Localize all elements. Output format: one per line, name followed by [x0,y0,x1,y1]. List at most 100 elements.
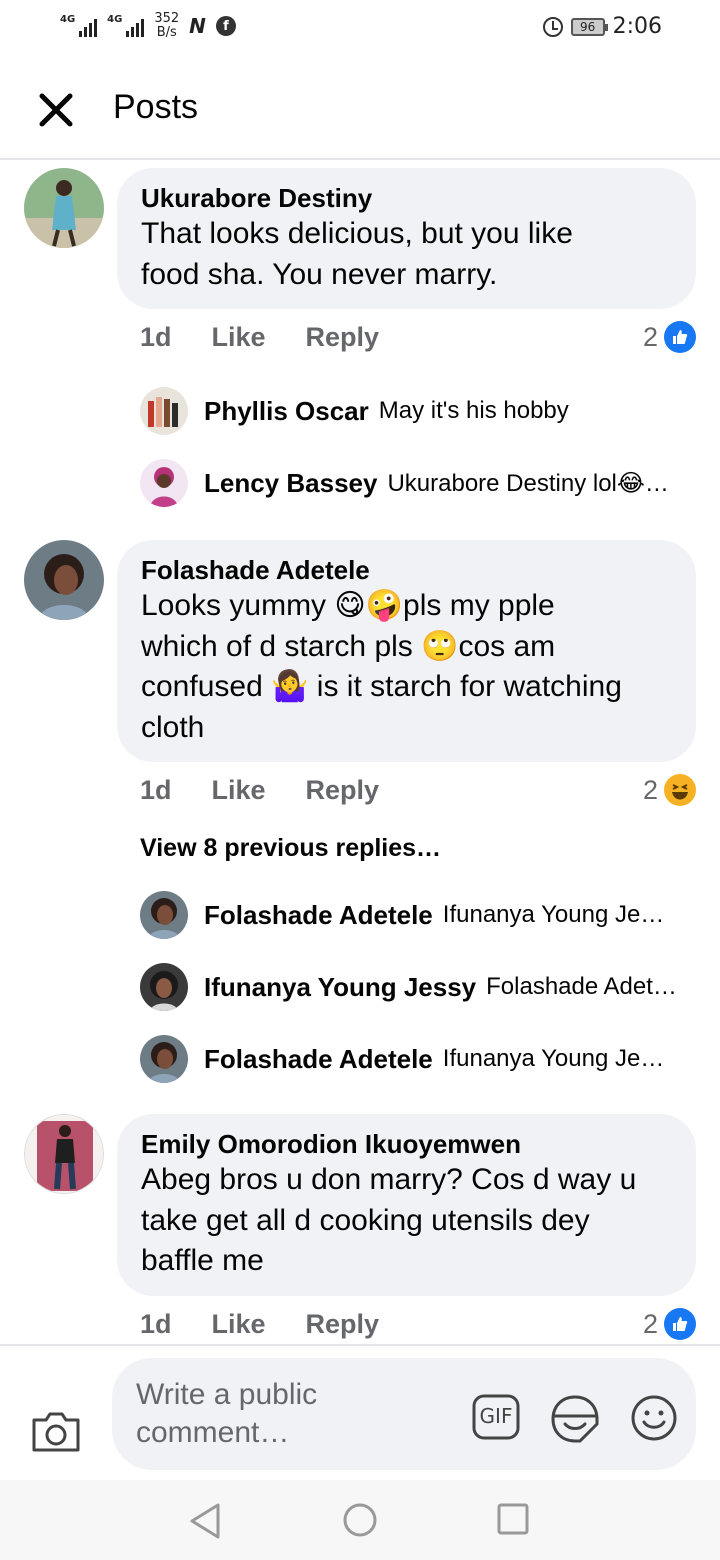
signal-icon: 4G [107,14,145,37]
avatar[interactable] [140,891,188,939]
like-button[interactable]: Like [212,775,266,806]
comment-line: baffle me [141,1244,264,1277]
speed-value: 352 [154,11,180,26]
reply-button[interactable]: Reply [306,322,380,353]
haha-icon [664,774,696,806]
comment-bubble[interactable]: Emily Omorodion Ikuoyemwen Abeg bros u d… [117,1114,696,1296]
comment-actions: 1d Like Reply [140,322,379,353]
reply-item[interactable]: Phyllis Oscar May it's his hobby [140,386,685,436]
avatar[interactable] [140,963,188,1011]
reply-text: Ifunanya Young Je… [442,1045,665,1072]
reaction-summary[interactable]: 2 [643,774,696,806]
network-speed: 352 B/s [154,12,179,40]
comment-actions: 1d Like Reply [140,775,379,806]
avatar[interactable] [24,168,104,248]
avatar[interactable] [24,1114,104,1194]
reply-text: May it's his hobby [378,397,569,424]
clock: 2:06 [612,14,662,39]
back-button[interactable] [188,1502,224,1540]
comment-line: cloth [141,710,205,744]
comment-bubble[interactable]: Ukurabore Destiny That looks delicious, … [117,168,696,309]
comment-text: Abeg bros u don marry? Cos d way u take … [141,1160,672,1282]
view-previous-replies-link[interactable]: View 8 previous replies… [140,834,441,863]
reply-button[interactable]: Reply [306,775,380,806]
comment-line: take get all d cooking utensils dey [141,1203,590,1237]
page-title: Posts [113,88,199,126]
status-bar: 4G 4G 352 B/s N f 96 2:06 [0,0,720,60]
comment-line: Abeg bros u don marry? Cos d way u [141,1163,637,1196]
sticker-icon [551,1395,599,1443]
comment-author[interactable]: Ukurabore Destiny [141,182,672,214]
comment-input[interactable]: Write a public comment… GIF [112,1358,696,1470]
comment-bubble[interactable]: Folashade Adetele Looks yummy 😋🤪pls my p… [117,540,696,762]
comment-author[interactable]: Folashade Adetele [141,554,672,586]
comment-line: That looks delicious, but you like [141,217,573,250]
comment-placeholder: Write a public comment… [136,1378,318,1449]
reply-author[interactable]: Ifunanya Young Jessy [204,972,476,1003]
battery-icon: 96 [570,17,608,36]
reply-item[interactable]: Folashade Adetele Ifunanya Young Je… [140,890,685,940]
comment-time[interactable]: 1d [140,322,172,353]
reply-button[interactable]: Reply [306,1309,380,1340]
like-icon [664,321,696,353]
comment-actions: 1d Like Reply [140,1309,379,1340]
reply-text: Ifunanya Young Je… [442,901,665,928]
recent-apps-button[interactable] [496,1502,530,1536]
reply-author[interactable]: Folashade Adetele [204,900,433,931]
like-icon [664,1308,696,1340]
emoji-icon [631,1395,677,1441]
avatar[interactable] [24,540,104,620]
gif-button[interactable]: GIF [472,1394,520,1440]
comment-time[interactable]: 1d [140,775,172,806]
status-right: 96 2:06 [542,14,662,39]
system-navigation-bar [0,1480,720,1560]
header: Posts [0,60,720,160]
reaction-summary[interactable]: 2 [643,1308,696,1340]
reply-item[interactable]: Folashade Adetele Ifunanya Young Je… [140,1034,685,1084]
facebook-notification-icon: f [215,16,236,36]
reply-author[interactable]: Folashade Adetele [204,1044,433,1075]
comment-line: confused 🤷‍♀️ is it starch for watching [141,670,622,703]
comment-line: Looks yummy 😋🤪pls my pple [141,589,555,622]
network-type: 4G [60,14,76,25]
reply-item[interactable]: Lency Bassey Ukurabore Destiny lol😂… [140,458,685,508]
reply-text: Folashade Adet… [486,973,677,1000]
battery-level: 96 [579,19,596,34]
avatar[interactable] [140,387,188,435]
like-button[interactable]: Like [212,322,266,353]
reply-item[interactable]: Ifunanya Young Jessy Folashade Adet… [140,962,685,1012]
network-type: 4G [107,14,123,25]
status-left: 4G 4G 352 B/s N f [60,12,236,40]
close-button[interactable] [34,88,78,132]
reaction-summary[interactable]: 2 [643,321,696,353]
comment-line: which of d starch pls 🙄cos am [141,629,556,663]
camera-icon [32,1412,80,1452]
home-icon [343,1503,377,1537]
recent-apps-icon [497,1503,529,1535]
reaction-count: 2 [642,321,658,352]
signal-icon: 4G [60,14,98,37]
camera-button[interactable] [30,1410,82,1454]
reaction-count: 2 [642,1308,658,1339]
nfc-icon: N [189,14,206,38]
close-icon [39,93,73,127]
reply-author[interactable]: Lency Bassey [204,468,377,499]
sticker-button[interactable] [550,1394,600,1444]
comment-composer: Write a public comment… GIF [0,1344,720,1480]
home-button[interactable] [342,1502,378,1538]
avatar[interactable] [140,1035,188,1083]
comment-time[interactable]: 1d [140,1309,172,1340]
comment-text: Looks yummy 😋🤪pls my pple which of d sta… [141,586,672,748]
reply-text: Ukurabore Destiny lol😂… [387,469,669,497]
back-icon [190,1503,220,1539]
comment-author[interactable]: Emily Omorodion Ikuoyemwen [141,1128,672,1160]
like-button[interactable]: Like [212,1309,266,1340]
alarm-icon [542,16,563,37]
comment-line: food sha. You never marry. [141,257,498,291]
speed-unit: B/s [156,25,177,40]
avatar[interactable] [140,459,188,507]
reply-author[interactable]: Phyllis Oscar [204,396,369,427]
gif-label: GIF [479,1404,513,1428]
reaction-count: 2 [642,774,658,805]
emoji-button[interactable] [630,1394,678,1442]
